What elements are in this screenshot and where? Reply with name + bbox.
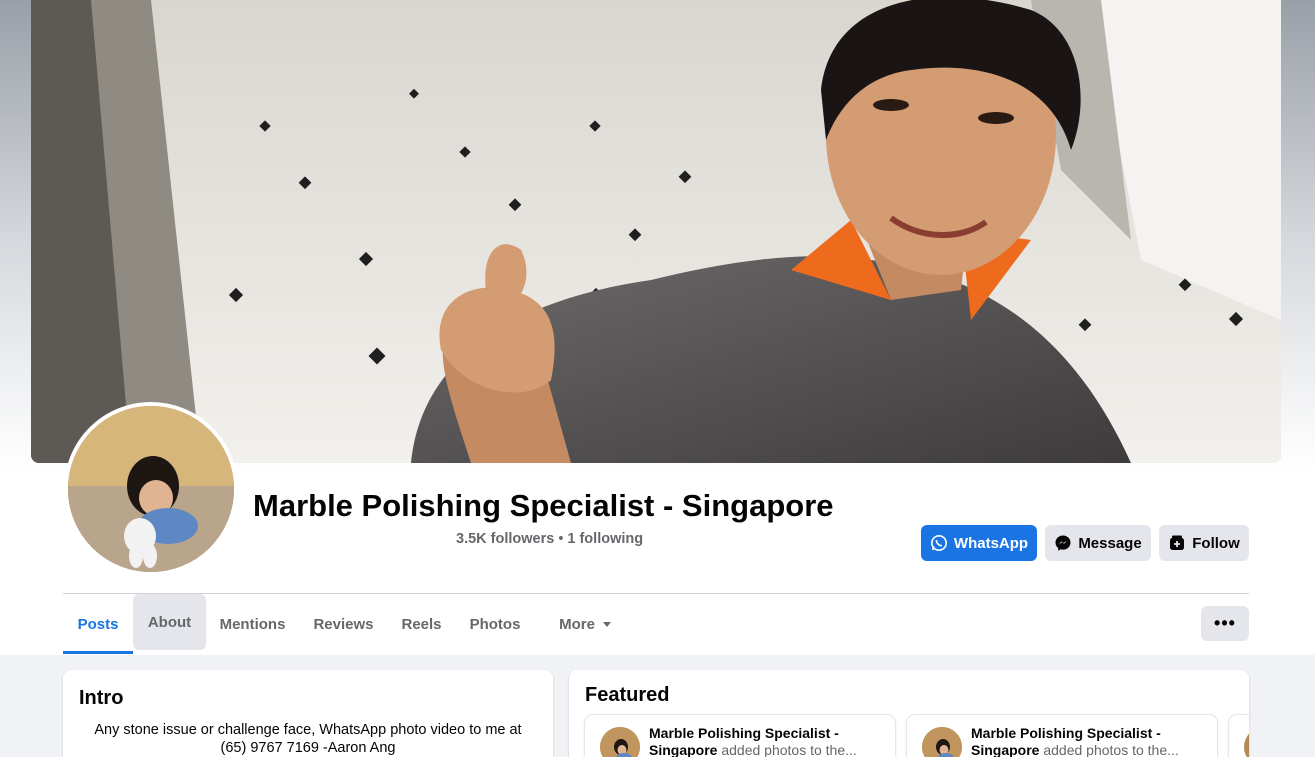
featured-item-action: added photos to the... [1043,742,1179,757]
tab-posts-label: Posts [77,615,119,633]
follow-stats: 3.5K followers • 1 following [456,531,643,547]
whatsapp-label: WhatsApp [953,534,1029,552]
tab-posts[interactable]: Posts [63,594,133,654]
profile-picture[interactable] [64,402,238,576]
more-options-button[interactable]: ••• [1201,606,1249,641]
featured-card: Featured Marble Polishing Specialist - S… [569,670,1249,757]
featured-item-text: Marble Polishing Specialist - Singapore … [971,725,1201,757]
tab-about[interactable]: About [133,594,206,650]
whatsapp-button[interactable]: WhatsApp [921,525,1037,561]
follow-label: Follow [1192,534,1240,552]
message-button[interactable]: Message [1045,525,1151,561]
follow-button[interactable]: Follow [1159,525,1249,561]
intro-bio-line-1: Any stone issue or challenge face, Whats… [94,722,522,738]
intro-title: Intro [79,687,124,709]
tab-reels-label: Reels [401,615,442,633]
tab-reels[interactable]: Reels [391,594,452,654]
tab-more-label: More [559,615,595,633]
featured-item[interactable]: Marble Polishing Specialist - Singapore … [585,715,895,757]
avatar[interactable] [600,727,640,757]
message-label: Message [1078,534,1142,552]
intro-card: Intro Any stone issue or challenge face,… [63,670,553,757]
followers-count[interactable]: 3.5K followers [456,531,554,547]
intro-bio: Any stone issue or challenge face, Whats… [79,721,537,757]
tab-photos-label: Photos [469,615,521,633]
intro-bio-line-2: (65) 9767 7169 -Aaron Ang [220,740,396,756]
featured-item[interactable]: Marble Polishing Specialist - Singapore … [907,715,1217,757]
page-title: Marble Polishing Specialist - Singapore [253,488,834,523]
whatsapp-icon [930,534,948,552]
tab-mentions-label: Mentions [219,615,286,633]
avatar[interactable] [922,727,962,757]
following-count[interactable]: 1 following [567,531,643,547]
tab-more[interactable]: More [540,594,630,654]
ellipsis-icon: ••• [1214,613,1236,633]
tab-reviews[interactable]: Reviews [303,594,384,654]
cover-photo[interactable] [31,0,1281,463]
profile-tabs: Posts About Mentions Reviews Reels Photo… [63,594,1249,654]
messenger-icon [1054,534,1072,552]
caret-down-icon [602,621,611,627]
tab-photos[interactable]: Photos [459,594,531,654]
avatar[interactable] [1244,727,1249,757]
tab-reviews-label: Reviews [313,615,374,633]
featured-item-text: Marble Polishing Specialist - Singapore … [649,725,879,757]
follow-icon [1168,534,1186,552]
tab-about-label: About [147,613,192,631]
tab-mentions[interactable]: Mentions [209,594,296,654]
featured-item-partial[interactable] [1229,715,1249,757]
featured-item-action: added photos to the... [721,742,857,757]
featured-title: Featured [585,684,670,706]
stats-separator: • [558,531,564,547]
